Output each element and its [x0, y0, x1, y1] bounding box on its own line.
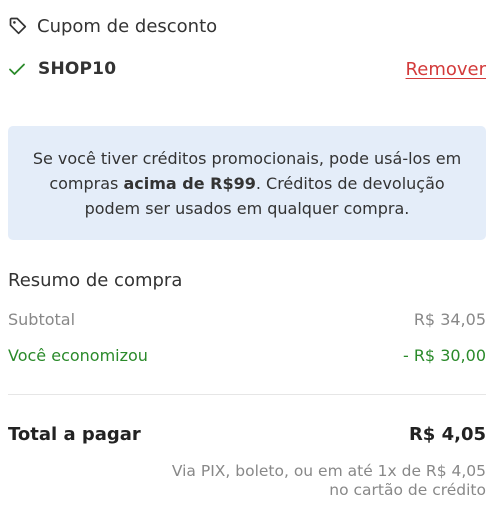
total-label: Total a pagar [8, 424, 141, 445]
coupon-section-title: Cupom de desconto [37, 15, 218, 37]
subtotal-value: R$ 34,05 [413, 310, 486, 329]
tag-icon [8, 16, 28, 36]
coupon-header: Cupom de desconto [8, 14, 217, 38]
info-text-bold: acima de R$99 [123, 173, 256, 193]
subtotal-row: Subtotal R$ 34,05 [8, 310, 486, 329]
remove-coupon-link[interactable]: Remover [406, 59, 486, 80]
payment-note: Via PIX, boleto, ou em até 1x de R$ 4,05… [172, 462, 486, 500]
summary-divider [8, 394, 486, 395]
subtotal-label: Subtotal [8, 310, 76, 329]
savings-row: Você economizou - R$ 30,00 [8, 346, 486, 365]
total-row: Total a pagar R$ 4,05 [8, 424, 486, 445]
savings-value: - R$ 30,00 [402, 346, 486, 365]
payment-note-line-1: Via PIX, boleto, ou em até 1x de R$ 4,05 [171, 462, 486, 480]
applied-coupon: SHOP10 [8, 59, 116, 79]
credits-info-text: Se você tiver créditos promocionais, pod… [20, 146, 474, 221]
purchase-summary-title: Resumo de compra [8, 270, 183, 291]
applied-coupon-row: SHOP10 Remover [8, 56, 486, 82]
total-value: R$ 4,05 [408, 424, 486, 445]
payment-note-line-2: no cartão de crédito [329, 481, 486, 499]
coupon-code: SHOP10 [38, 59, 117, 79]
check-icon [8, 60, 26, 78]
savings-label: Você economizou [8, 346, 148, 365]
credits-info-box: Se você tiver créditos promocionais, pod… [8, 126, 486, 240]
